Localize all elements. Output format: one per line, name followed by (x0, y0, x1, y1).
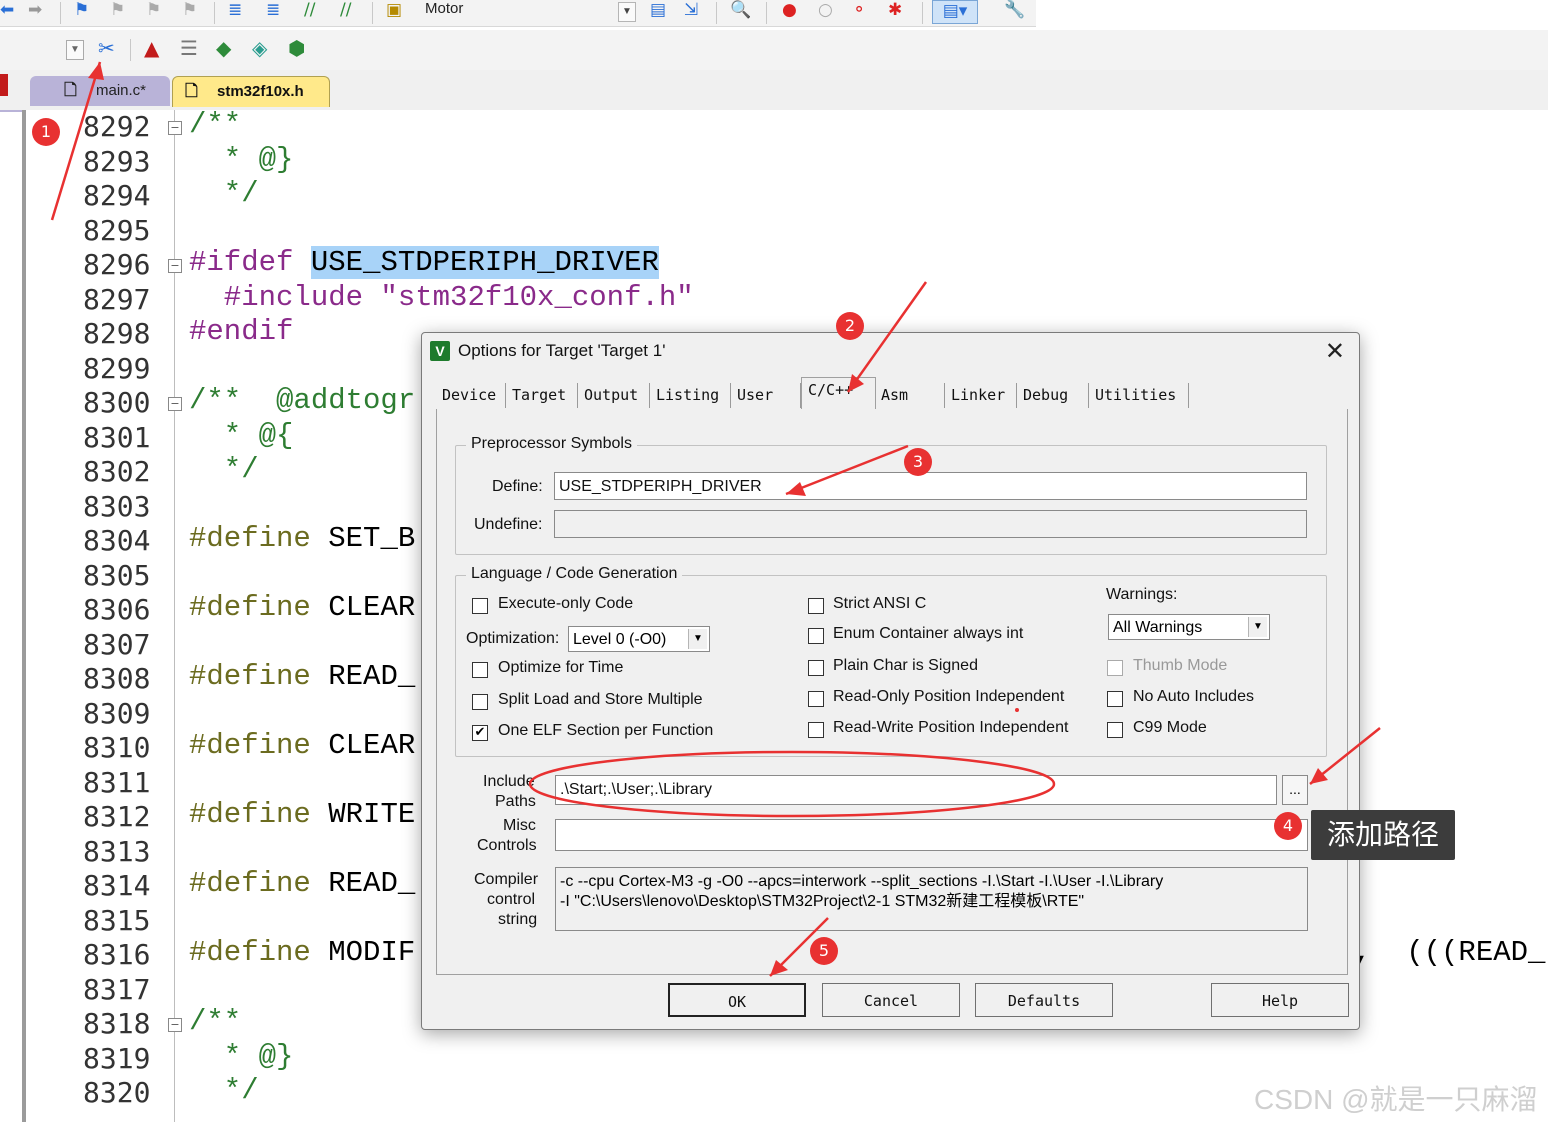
watermark: CSDN @就是一只麻溜 (1254, 1084, 1538, 1115)
include-paths-highlight (528, 750, 1056, 818)
arrow-3 (785, 444, 909, 496)
arrow-head-1 (88, 62, 104, 80)
arrow-1 (50, 61, 102, 221)
step-badge-2: 2 (836, 312, 864, 340)
arrow-head-2 (848, 374, 864, 392)
step-badge-1: 1 (32, 118, 60, 146)
annotation-dot (1015, 708, 1019, 712)
step-badge-5: 5 (810, 937, 838, 965)
step-badge-4: 4 (1274, 812, 1302, 840)
annotation-arrows (50, 61, 1381, 977)
arrow-head-3 (786, 482, 806, 496)
step-badge-3: 3 (904, 448, 932, 476)
arrow-2 (846, 281, 928, 393)
add-path-tooltip: 添加路径 (1311, 810, 1455, 860)
